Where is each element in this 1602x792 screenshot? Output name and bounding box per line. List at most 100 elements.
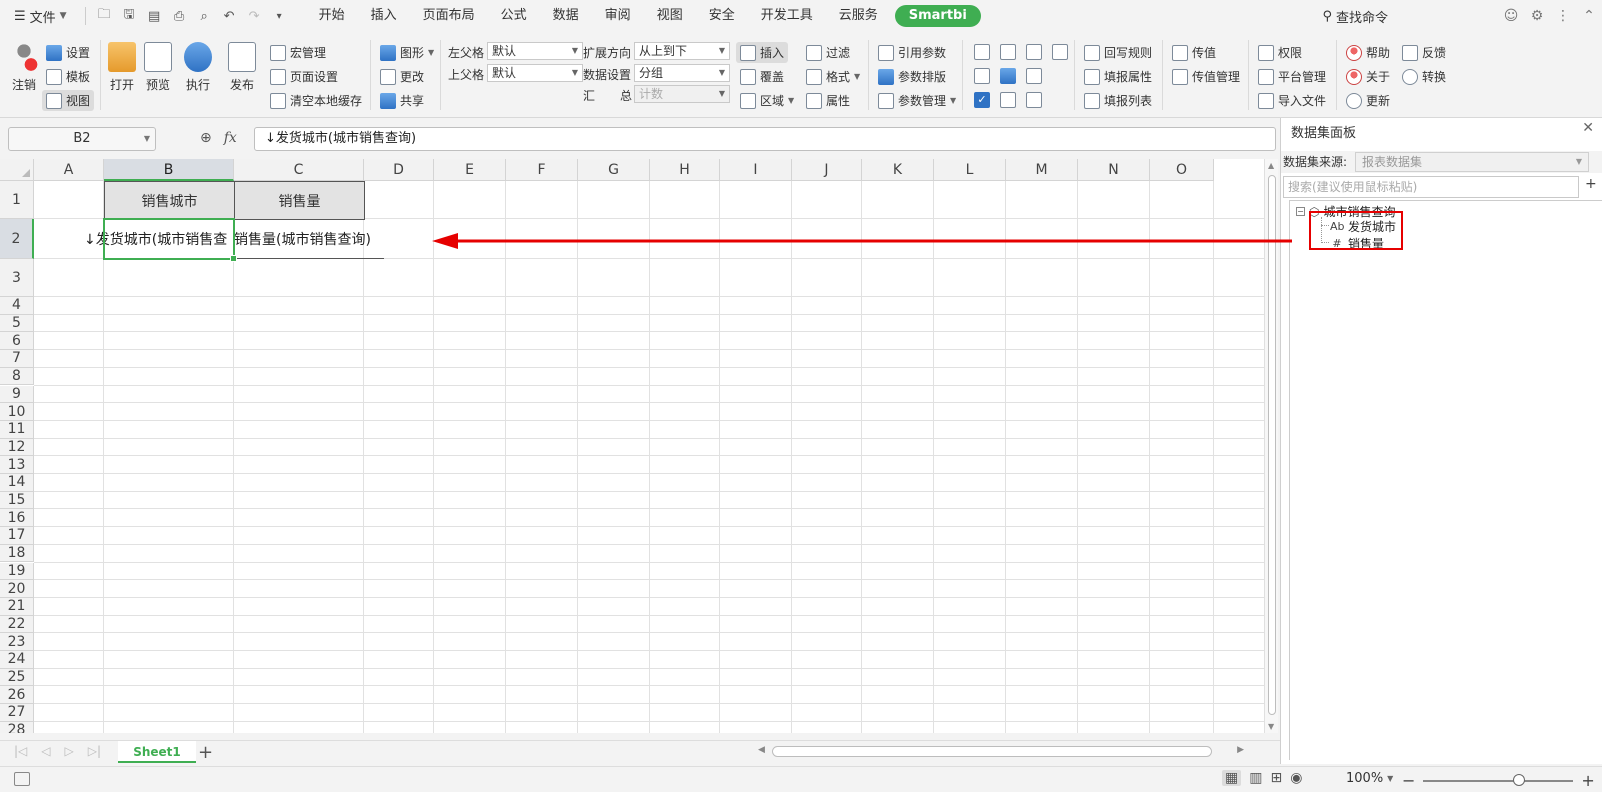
- tab-home[interactable]: 开始: [306, 0, 358, 32]
- add-sheet-button[interactable]: +: [198, 742, 213, 763]
- tab-data[interactable]: 数据: [540, 0, 592, 32]
- view-button[interactable]: 视图: [42, 90, 95, 111]
- redo-icon[interactable]: ↷: [244, 6, 265, 27]
- row-header[interactable]: 13: [0, 456, 34, 474]
- column-header[interactable]: F: [506, 159, 578, 181]
- fill-list-button[interactable]: 填报列表: [1084, 92, 1152, 109]
- macro-record-icon[interactable]: [14, 772, 30, 786]
- column-header[interactable]: H: [650, 159, 720, 181]
- tab-cloud[interactable]: 云服务: [826, 0, 891, 32]
- row-header[interactable]: 7: [0, 350, 34, 368]
- combo-control-icon[interactable]: [974, 44, 990, 60]
- fx-icon[interactable]: fx: [224, 130, 237, 146]
- template-button[interactable]: 模板: [46, 68, 90, 85]
- sheet-tab-sheet1[interactable]: Sheet1: [118, 741, 196, 763]
- property-button[interactable]: 属性: [806, 92, 850, 109]
- spreadsheet-grid[interactable]: A B C D E F G H I J K L M N O 1 2 3 4 5 6 7 8 9 10 11 12 13 14 15 16 17…: [0, 159, 1264, 733]
- print-preview-icon[interactable]: ⌕: [194, 6, 215, 27]
- zoom-out-icon[interactable]: −: [1402, 771, 1415, 790]
- help-button[interactable]: 帮助: [1346, 44, 1390, 61]
- row-header[interactable]: 8: [0, 367, 34, 386]
- writeback-rule-button[interactable]: 回写规则: [1084, 44, 1152, 61]
- settings-button[interactable]: 设置: [46, 44, 90, 61]
- customize-icon[interactable]: ▾: [269, 6, 290, 27]
- pass-value-button[interactable]: 传值: [1172, 44, 1216, 61]
- data-setting-select[interactable]: 分组 ▼: [634, 64, 730, 82]
- cell-c2[interactable]: 销售量(城市销售查询): [234, 219, 384, 259]
- column-header[interactable]: L: [934, 159, 1006, 181]
- tab-formula[interactable]: 公式: [488, 0, 540, 32]
- tab-developer[interactable]: 开发工具: [748, 0, 826, 32]
- update-button[interactable]: 更新: [1346, 92, 1390, 109]
- macro-button[interactable]: 宏管理: [270, 44, 326, 61]
- zoom-formula-icon[interactable]: ⊕: [200, 130, 212, 146]
- name-box[interactable]: B2 ▼: [8, 127, 156, 151]
- print-icon[interactable]: ⎙: [169, 6, 190, 27]
- image-control-icon[interactable]: [1000, 68, 1016, 84]
- tab-security[interactable]: 安全: [696, 0, 748, 32]
- column-header[interactable]: E: [434, 159, 506, 181]
- column-header[interactable]: G: [578, 159, 650, 181]
- eye-protect-icon[interactable]: ◉: [1290, 770, 1302, 786]
- table-header-cell[interactable]: 销售城市: [104, 181, 235, 220]
- column-header[interactable]: C: [234, 159, 364, 181]
- convert-button[interactable]: 转换: [1402, 68, 1446, 85]
- param-manage-button[interactable]: 参数管理 ▼: [878, 92, 956, 109]
- row-header[interactable]: 17: [0, 527, 34, 545]
- open-button[interactable]: 打开: [108, 42, 136, 93]
- row-header[interactable]: 26: [0, 686, 34, 705]
- row-header[interactable]: 15: [0, 491, 34, 510]
- column-header[interactable]: B: [104, 159, 234, 181]
- zoom-level[interactable]: 100% ▼: [1346, 771, 1393, 786]
- row-header[interactable]: 19: [0, 562, 34, 581]
- column-header[interactable]: O: [1150, 159, 1214, 181]
- panel-search-input[interactable]: 搜索(建议使用鼠标粘贴): [1283, 176, 1579, 198]
- row-header[interactable]: 3: [0, 259, 34, 297]
- change-button[interactable]: 更改: [380, 68, 424, 85]
- scrollbar-thumb[interactable]: [772, 746, 1212, 757]
- checkbox-control-icon[interactable]: ✓: [974, 92, 990, 108]
- column-header[interactable]: I: [720, 159, 792, 181]
- file-menu[interactable]: ☰ 文件 ▼: [0, 0, 75, 32]
- region-button[interactable]: 区域 ▼: [740, 92, 794, 109]
- prev-sheet-icon[interactable]: ◁: [41, 744, 50, 758]
- summary-select[interactable]: 计数 ▼: [634, 85, 730, 103]
- tab-insert[interactable]: 插入: [358, 0, 410, 32]
- command-search[interactable]: ⚲ 查找命令: [1322, 7, 1388, 26]
- row-header[interactable]: 5: [0, 314, 34, 333]
- logout-button[interactable]: 注销: [10, 42, 38, 93]
- horizontal-scrollbar[interactable]: ◀ ▶: [756, 744, 1246, 760]
- number-control-icon[interactable]: [1052, 44, 1068, 60]
- zoom-slider-knob[interactable]: [1513, 773, 1526, 786]
- row-header[interactable]: 6: [0, 332, 34, 351]
- zoom-slider[interactable]: [1423, 773, 1574, 786]
- next-sheet-icon[interactable]: ▷: [65, 744, 74, 758]
- column-header[interactable]: A: [34, 159, 104, 181]
- pass-manage-button[interactable]: 传值管理: [1172, 68, 1240, 85]
- insert-button[interactable]: 插入: [736, 42, 789, 63]
- first-sheet-icon[interactable]: |◁: [14, 744, 27, 758]
- row-header[interactable]: 25: [0, 668, 34, 687]
- row-header[interactable]: 10: [0, 403, 34, 421]
- column-header[interactable]: D: [364, 159, 434, 181]
- row-header[interactable]: 18: [0, 544, 34, 563]
- row-header[interactable]: 27: [0, 704, 34, 722]
- row-header[interactable]: 4: [0, 297, 34, 315]
- row-header[interactable]: 12: [0, 438, 34, 457]
- platform-manage-button[interactable]: 平台管理: [1258, 68, 1326, 85]
- close-icon[interactable]: ✕: [1582, 120, 1594, 136]
- dropdown-control-icon[interactable]: [1000, 44, 1016, 60]
- row-header[interactable]: 11: [0, 420, 34, 439]
- collapse-ribbon-icon[interactable]: ⌃: [1576, 8, 1602, 24]
- fill-property-button[interactable]: 填报属性: [1084, 68, 1152, 85]
- share-button[interactable]: 共享: [380, 92, 424, 109]
- execute-button[interactable]: 执行: [184, 42, 212, 93]
- formula-input[interactable]: ↓发货城市(城市销售查询): [254, 127, 1276, 151]
- row-header[interactable]: 1: [0, 181, 34, 219]
- open-folder-icon[interactable]: 🗀: [94, 6, 115, 27]
- vertical-scrollbar[interactable]: ▲ ▼: [1264, 159, 1278, 733]
- scroll-down-icon[interactable]: ▼: [1268, 722, 1274, 731]
- scrollbar-thumb[interactable]: [1268, 175, 1276, 715]
- filter-button[interactable]: 过滤: [806, 44, 850, 61]
- table-header-cell[interactable]: 销售量: [234, 181, 365, 220]
